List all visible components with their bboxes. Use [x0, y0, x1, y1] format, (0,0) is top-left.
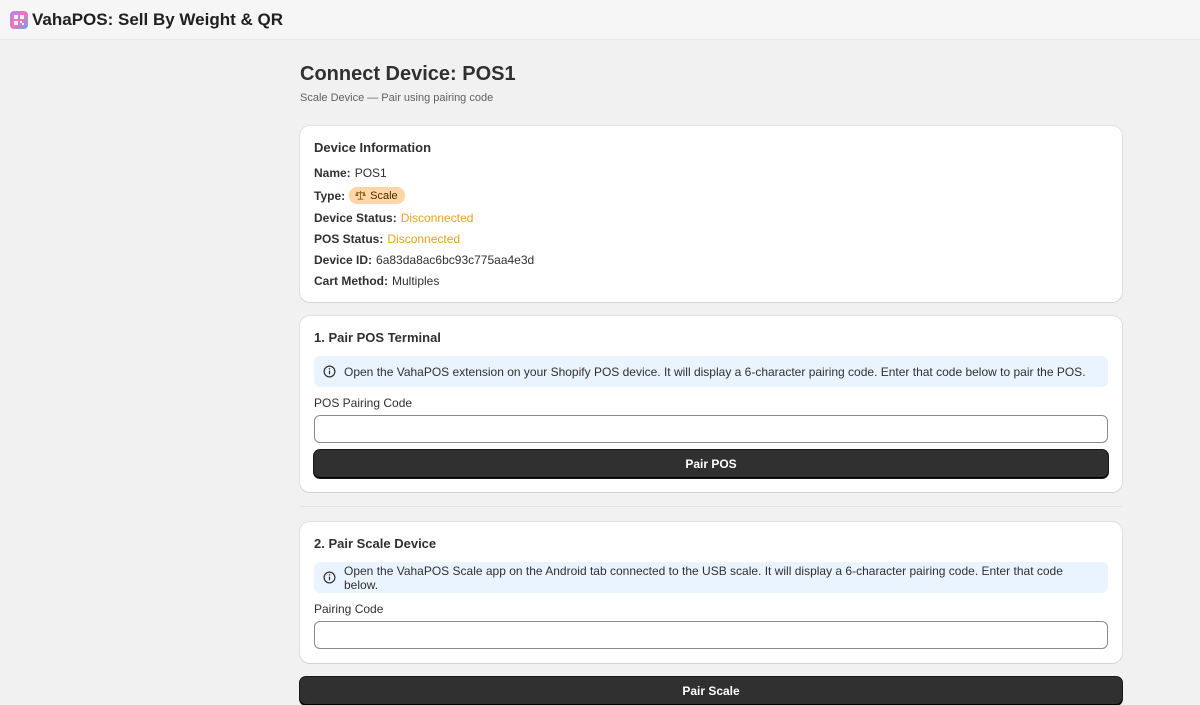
device-name-label: Name: — [314, 166, 351, 180]
app-logo-icon — [10, 10, 28, 29]
pair-scale-title: 2. Pair Scale Device — [314, 536, 437, 551]
pos-pairing-code-input[interactable] — [314, 415, 1108, 443]
pair-pos-banner-text: Open the VahaPOS extension on your Shopi… — [344, 364, 1086, 379]
info-icon — [323, 571, 336, 584]
app-title: VahaPOS: Sell By Weight & QR — [32, 9, 283, 29]
pos-status-value: Disconnected — [387, 232, 461, 246]
section-divider — [300, 506, 1122, 507]
device-type-value: Scale — [370, 189, 398, 202]
device-information-title: Device Information — [314, 140, 432, 155]
device-status-row: Device Status: Disconnected — [314, 211, 1108, 225]
device-name-row: Name: POS1 — [314, 166, 1108, 180]
device-status-label: Device Status: — [314, 211, 397, 225]
pair-scale-button[interactable]: Pair Scale — [300, 677, 1122, 705]
cart-method-row: Cart Method: Multiples — [314, 274, 1108, 288]
device-status-value: Disconnected — [400, 211, 474, 225]
device-type-label: Type: — [314, 188, 346, 203]
scale-icon — [355, 190, 366, 201]
pair-scale-banner-text: Open the VahaPOS Scale app on the Androi… — [344, 563, 1063, 592]
info-icon — [323, 365, 336, 378]
pair-pos-button[interactable]: Pair POS — [314, 450, 1108, 478]
cart-method-label: Cart Method: — [314, 274, 388, 288]
device-name-value: POS1 — [354, 166, 387, 180]
scale-pairing-code-label: Pairing Code — [314, 602, 384, 616]
device-id-value: 6a83da8ac6bc93c775aa4e3d — [376, 253, 535, 267]
pos-pairing-code-label: POS Pairing Code — [314, 396, 413, 410]
page-title: Connect Device: POS1 — [300, 63, 516, 85]
pair-pos-title: 1. Pair POS Terminal — [314, 330, 441, 345]
page-subtitle: Scale Device — Pair using pairing code — [300, 92, 494, 104]
pair-scale-card: 2. Pair Scale Device Open the VahaPOS Sc… — [300, 522, 1122, 663]
device-type-row: Type: Scale — [314, 187, 1108, 204]
device-information-card: Device Information Name: POS1 Type: Scal… — [300, 126, 1122, 302]
pos-status-row: POS Status: Disconnected — [314, 232, 1108, 246]
app-header-bar: VahaPOS: Sell By Weight & QR — [0, 0, 1200, 40]
device-id-label: Device ID: — [314, 253, 373, 267]
device-info-list: Name: POS1 Type: Scale Device Status: Di… — [314, 166, 1108, 288]
pair-pos-info-banner: Open the VahaPOS extension on your Shopi… — [314, 356, 1108, 387]
pair-pos-card: 1. Pair POS Terminal Open the VahaPOS ex… — [300, 316, 1122, 492]
cart-method-value: Multiples — [392, 274, 440, 288]
device-type-badge: Scale — [349, 187, 405, 204]
pair-scale-info-banner: Open the VahaPOS Scale app on the Androi… — [314, 562, 1108, 593]
device-id-row: Device ID: 6a83da8ac6bc93c775aa4e3d — [314, 253, 1108, 267]
main-content: Connect Device: POS1 Scale Device — Pair… — [300, 40, 1122, 705]
scale-pairing-code-input[interactable] — [314, 621, 1108, 649]
pos-status-label: POS Status: — [314, 232, 384, 246]
